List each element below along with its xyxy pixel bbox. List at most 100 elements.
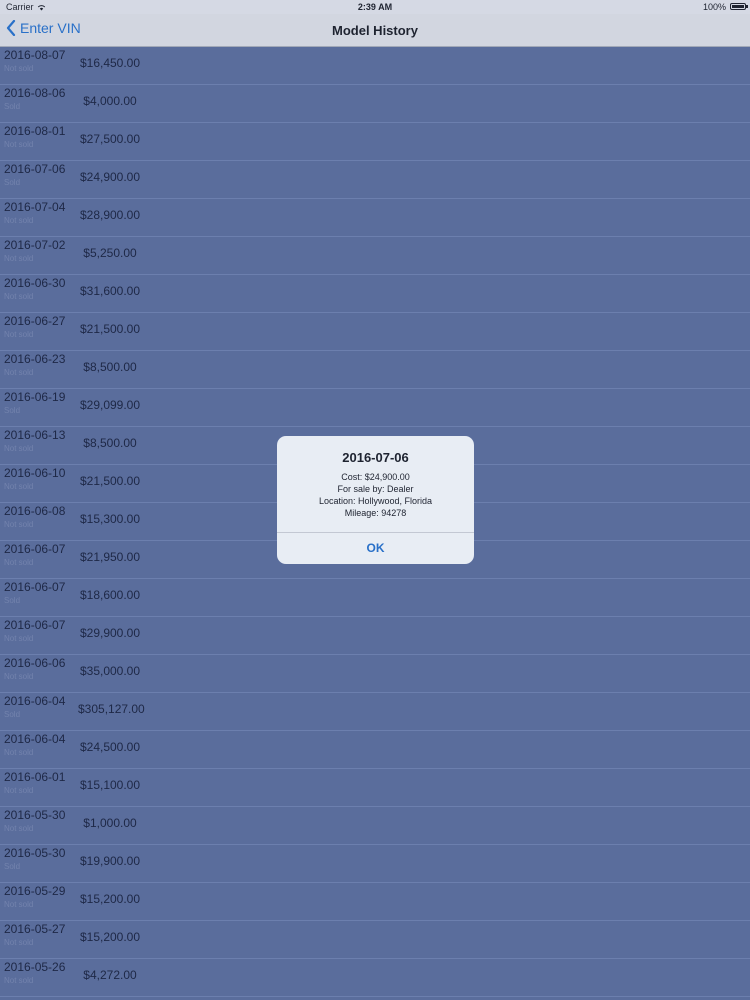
list-item[interactable]: 2016-05-27 Not sold $15,200.00 <box>0 921 750 959</box>
list-item[interactable]: 2016-06-07 Sold $18,600.00 <box>0 579 750 617</box>
row-date: 2016-07-06 <box>4 162 66 176</box>
ok-button[interactable]: OK <box>277 533 474 564</box>
row-status: Not sold <box>4 216 34 225</box>
row-status: Not sold <box>4 558 34 567</box>
list-item[interactable]: 2016-06-30 Not sold $31,600.00 <box>0 275 750 313</box>
row-date: 2016-06-06 <box>4 656 66 670</box>
row-date: 2016-05-30 <box>4 846 66 860</box>
row-status: Not sold <box>4 900 34 909</box>
row-price: $15,300.00 <box>79 512 141 526</box>
row-price: $29,900.00 <box>79 626 141 640</box>
list-item[interactable]: 2016-07-06 Sold $24,900.00 <box>0 161 750 199</box>
row-status: Not sold <box>4 254 34 263</box>
alert-body: Cost: $24,900.00 For sale by: Dealer Loc… <box>277 471 474 519</box>
row-status: Not sold <box>4 786 34 795</box>
list-item[interactable]: 2016-08-06 Sold $4,000.00 <box>0 85 750 123</box>
list-item[interactable]: 2016-06-07 Not sold $29,900.00 <box>0 617 750 655</box>
row-status: Not sold <box>4 748 34 757</box>
status-bar: Carrier 2:39 AM 100% <box>0 0 750 14</box>
list-item[interactable]: 2016-06-04 Sold $305,127.00 <box>0 693 750 731</box>
row-status: Sold <box>4 710 21 719</box>
row-date: 2016-08-07 <box>4 48 66 62</box>
alert-cost: Cost: $24,900.00 <box>341 472 410 482</box>
row-price: $8,500.00 <box>83 360 137 374</box>
list-item[interactable]: 2016-05-26 Not sold $4,272.00 <box>0 959 750 997</box>
row-status: Not sold <box>4 976 34 985</box>
row-date: 2016-06-08 <box>4 504 66 518</box>
alert-mileage: Mileage: 94278 <box>344 508 407 518</box>
list-item[interactable]: 2016-06-27 Not sold $21,500.00 <box>0 313 750 351</box>
row-status: Not sold <box>4 292 34 301</box>
row-price: $8,500.00 <box>83 436 137 450</box>
battery-icon <box>730 3 748 10</box>
row-price: $31,600.00 <box>79 284 141 298</box>
row-date: 2016-06-10 <box>4 466 66 480</box>
row-status: Sold <box>4 596 21 605</box>
row-status: Not sold <box>4 520 34 529</box>
list-item[interactable]: 2016-06-04 Not sold $24,500.00 <box>0 731 750 769</box>
list-item[interactable]: 2016-08-01 Not sold $27,500.00 <box>0 123 750 161</box>
row-price: $1,000.00 <box>83 816 137 830</box>
row-status: Not sold <box>4 330 34 339</box>
row-date: 2016-06-23 <box>4 352 66 366</box>
row-price: $29,099.00 <box>79 398 141 412</box>
row-date: 2016-06-07 <box>4 618 66 632</box>
row-price: $21,500.00 <box>79 322 141 336</box>
row-status: Not sold <box>4 444 34 453</box>
battery-percent: 100% <box>702 2 726 12</box>
row-status: Not sold <box>4 824 34 833</box>
row-date: 2016-07-04 <box>4 200 66 214</box>
row-price: $24,900.00 <box>79 170 141 184</box>
clock: 2:39 AM <box>357 2 393 12</box>
row-date: 2016-06-19 <box>4 390 66 404</box>
row-status: Not sold <box>4 368 34 377</box>
row-price: $19,900.00 <box>79 854 141 868</box>
list-item[interactable]: 2016-05-29 Not sold $15,200.00 <box>0 883 750 921</box>
list-item[interactable]: 2016-08-07 Not sold $16,450.00 <box>0 47 750 85</box>
list-item[interactable]: 2016-06-23 Not sold $8,500.00 <box>0 351 750 389</box>
row-price: $24,500.00 <box>79 740 141 754</box>
row-price: $15,100.00 <box>79 778 141 792</box>
list-item[interactable]: 2016-06-01 Not sold $15,100.00 <box>0 769 750 807</box>
alert-location: Location: Hollywood, Florida <box>318 496 433 506</box>
row-date: 2016-06-07 <box>4 542 66 556</box>
row-price: $5,250.00 <box>83 246 137 260</box>
row-status: Sold <box>4 102 21 111</box>
row-status: Not sold <box>4 634 34 643</box>
row-status: Not sold <box>4 482 34 491</box>
row-price: $21,950.00 <box>79 550 141 564</box>
row-date: 2016-06-04 <box>4 694 66 708</box>
list-item[interactable]: 2016-07-04 Not sold $28,900.00 <box>0 199 750 237</box>
row-date: 2016-05-27 <box>4 922 66 936</box>
alert-seller: For sale by: Dealer <box>337 484 414 494</box>
row-price: $4,000.00 <box>83 94 137 108</box>
alert-title: 2016-07-06 <box>342 450 409 465</box>
row-status: Sold <box>4 178 21 187</box>
list-item[interactable]: 2016-07-02 Not sold $5,250.00 <box>0 237 750 275</box>
row-date: 2016-05-30 <box>4 808 66 822</box>
row-date: 2016-08-01 <box>4 124 66 138</box>
row-date: 2016-06-27 <box>4 314 66 328</box>
list-item[interactable]: 2016-06-19 Sold $29,099.00 <box>0 389 750 427</box>
row-status: Not sold <box>4 938 34 947</box>
row-price: $35,000.00 <box>79 664 141 678</box>
row-date: 2016-06-04 <box>4 732 66 746</box>
row-date: 2016-06-13 <box>4 428 66 442</box>
row-price: $15,200.00 <box>79 930 141 944</box>
row-status: Not sold <box>4 64 34 73</box>
row-price: $305,127.00 <box>78 702 145 716</box>
row-price: $21,500.00 <box>79 474 141 488</box>
row-status: Sold <box>4 862 21 871</box>
alert-dialog: 2016-07-06 Cost: $24,900.00 For sale by:… <box>277 436 474 564</box>
row-date: 2016-06-07 <box>4 580 66 594</box>
list-item[interactable]: 2016-06-06 Not sold $35,000.00 <box>0 655 750 693</box>
list-item[interactable]: 2016-05-30 Sold $19,900.00 <box>0 845 750 883</box>
row-date: 2016-06-30 <box>4 276 66 290</box>
navigation-bar: Enter VIN Model History <box>0 14 750 47</box>
row-status: Sold <box>4 406 21 415</box>
page-title: Model History <box>332 23 418 38</box>
row-date: 2016-06-01 <box>4 770 66 784</box>
row-date: 2016-05-29 <box>4 884 66 898</box>
list-item[interactable]: 2016-05-30 Not sold $1,000.00 <box>0 807 750 845</box>
row-price: $4,272.00 <box>83 968 137 982</box>
